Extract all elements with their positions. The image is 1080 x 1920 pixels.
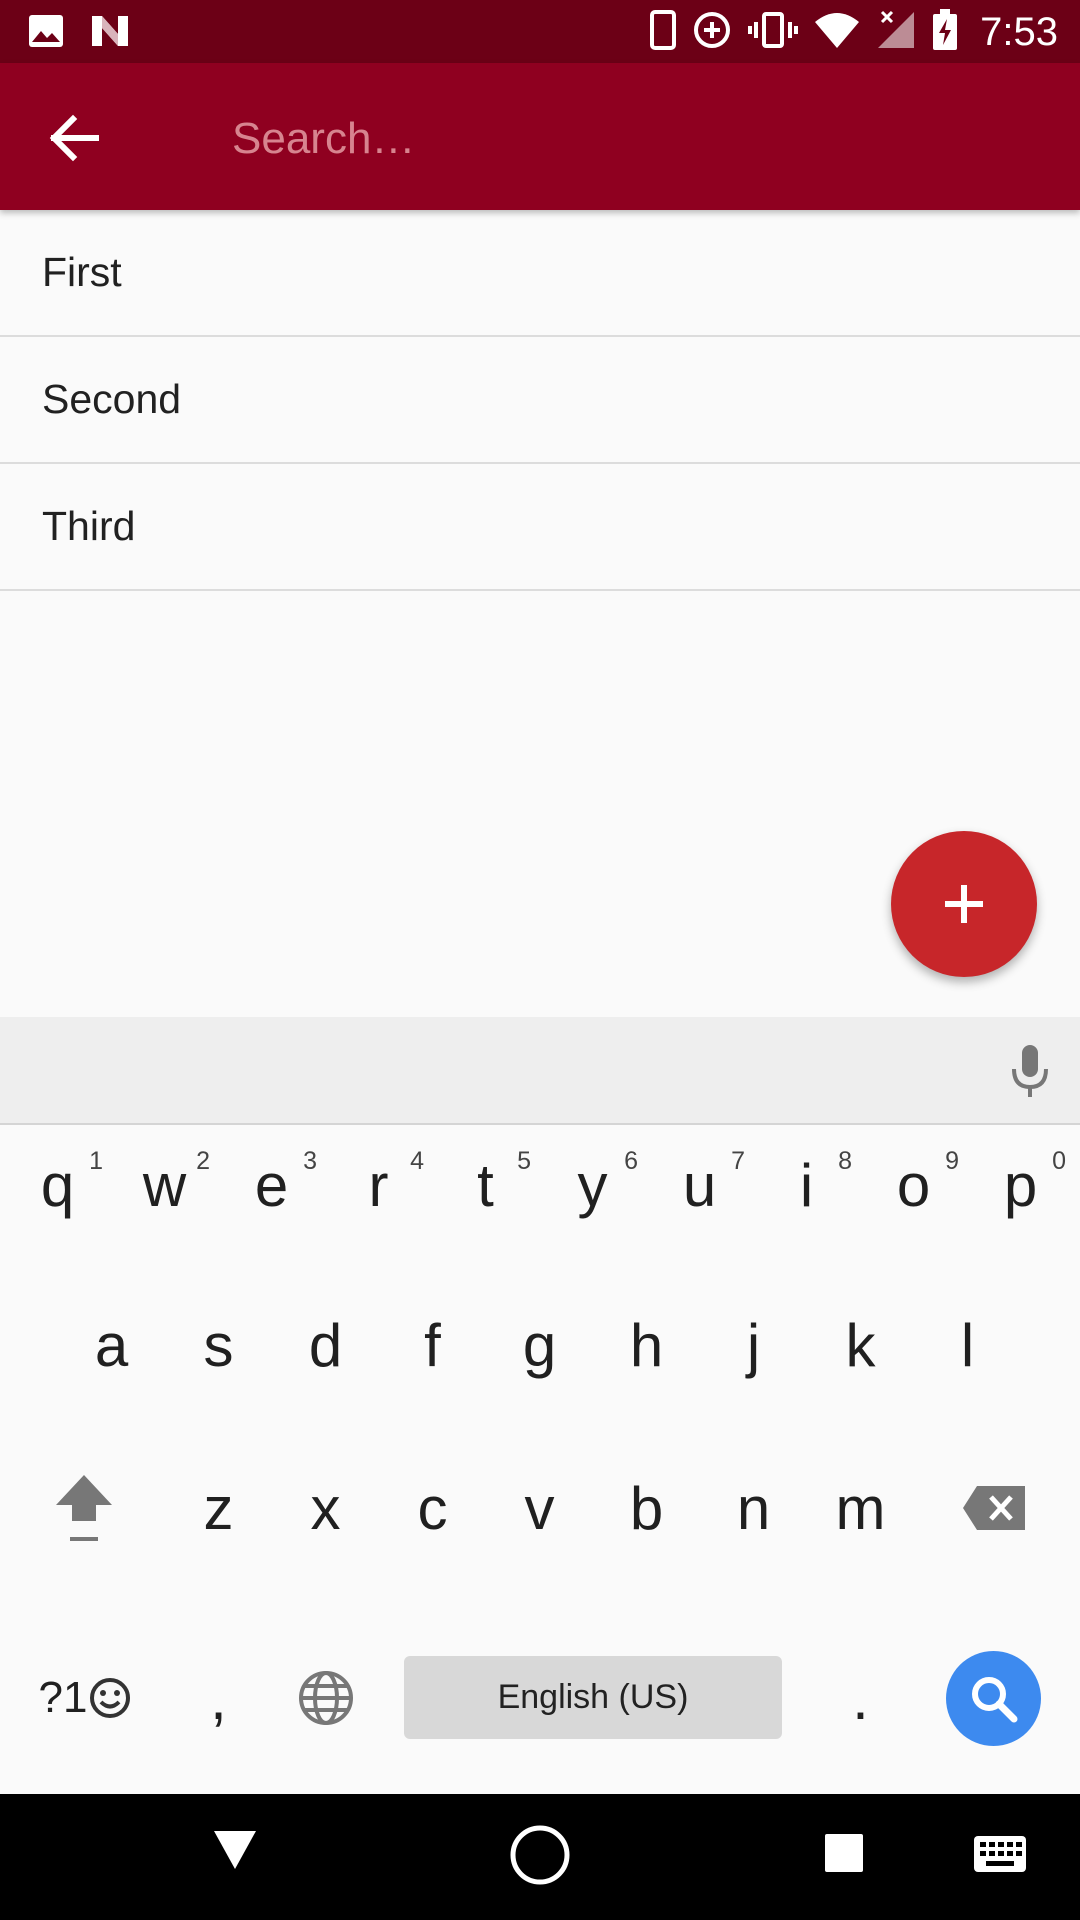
key-k[interactable]: k	[807, 1285, 914, 1405]
key-x[interactable]: x	[272, 1448, 379, 1568]
key-j[interactable]: j	[700, 1285, 807, 1405]
key-r[interactable]: r4	[325, 1125, 432, 1245]
phone-icon	[650, 9, 677, 55]
back-triangle-icon[interactable]	[212, 1827, 258, 1876]
status-time: 7:53	[980, 9, 1058, 54]
search-icon	[971, 1676, 1017, 1722]
language-key[interactable]	[272, 1638, 379, 1758]
n-logo-icon	[90, 14, 130, 53]
key-t[interactable]: t5	[432, 1125, 539, 1245]
key-z[interactable]: z	[165, 1448, 272, 1568]
key-f[interactable]: f	[379, 1285, 486, 1405]
plus-icon	[945, 885, 983, 923]
list-item-third[interactable]: Third	[0, 464, 1080, 591]
backspace-key[interactable]	[940, 1448, 1047, 1568]
key-n[interactable]: n	[700, 1448, 807, 1568]
globe-icon	[298, 1671, 353, 1725]
symbols-key[interactable]: ?1	[30, 1638, 140, 1758]
key-m[interactable]: m	[807, 1448, 914, 1568]
no-signal-icon	[876, 10, 916, 55]
keyboard-suggestion-strip	[0, 1017, 1080, 1125]
search-key-button[interactable]	[946, 1651, 1041, 1746]
key-v[interactable]: v	[486, 1448, 593, 1568]
key-s[interactable]: s	[165, 1285, 272, 1405]
key-w[interactable]: w2	[111, 1125, 218, 1245]
key-e[interactable]: e3	[218, 1125, 325, 1245]
keyboard: q1 w2 e3 r4 t5 y6 u7 i8 o9 p0 a s d f g …	[0, 1125, 1080, 1794]
data-saver-icon	[692, 10, 732, 55]
key-i[interactable]: i8	[753, 1125, 860, 1245]
status-bar: 7:53	[0, 0, 1080, 63]
item-list: First Second Third	[0, 210, 1080, 591]
emoji-icon	[90, 1678, 131, 1718]
back-arrow-icon[interactable]	[40, 105, 106, 171]
image-icon	[28, 14, 64, 53]
keyboard-switch-icon[interactable]	[972, 1834, 1028, 1879]
key-p[interactable]: p0	[967, 1125, 1074, 1245]
search-input[interactable]	[230, 103, 1034, 175]
key-y[interactable]: y6	[539, 1125, 646, 1245]
vibrate-icon	[748, 10, 799, 55]
list-item-first[interactable]: First	[0, 210, 1080, 337]
app-bar	[0, 63, 1080, 210]
key-h[interactable]: h	[593, 1285, 700, 1405]
key-d[interactable]: d	[272, 1285, 379, 1405]
add-fab-button[interactable]	[891, 831, 1037, 977]
key-q[interactable]: q1	[4, 1125, 111, 1245]
key-o[interactable]: o9	[860, 1125, 967, 1245]
key-c[interactable]: c	[379, 1448, 486, 1568]
key-a[interactable]: a	[58, 1285, 165, 1405]
home-circle-icon[interactable]	[509, 1824, 571, 1891]
key-b[interactable]: b	[593, 1448, 700, 1568]
key-l[interactable]: l	[914, 1285, 1021, 1405]
backspace-icon	[962, 1486, 1025, 1530]
key-u[interactable]: u7	[646, 1125, 753, 1245]
navigation-bar	[0, 1794, 1080, 1920]
list-item-second[interactable]: Second	[0, 337, 1080, 464]
comma-key[interactable]: ,	[165, 1638, 272, 1758]
battery-charging-icon	[932, 8, 958, 56]
wifi-icon	[814, 12, 860, 53]
microphone-icon[interactable]	[1010, 1045, 1050, 1104]
shift-key[interactable]	[30, 1448, 137, 1568]
shift-icon	[55, 1475, 112, 1541]
overview-square-icon[interactable]	[823, 1832, 865, 1879]
period-key[interactable]: .	[807, 1638, 914, 1758]
space-key[interactable]: English (US)	[404, 1656, 782, 1739]
key-g[interactable]: g	[486, 1285, 593, 1405]
